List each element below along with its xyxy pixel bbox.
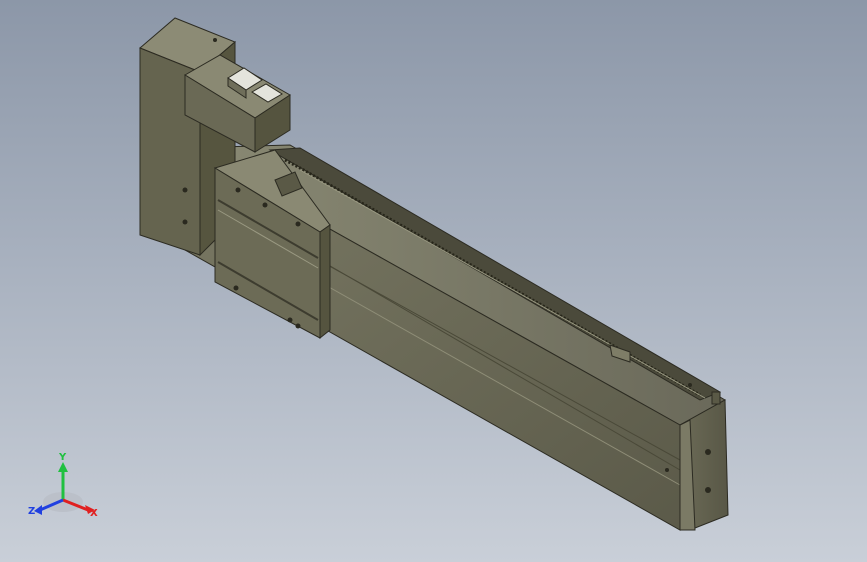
3d-viewport[interactable]: Y X Z: [0, 0, 867, 562]
y-axis-label: Y: [58, 452, 67, 463]
z-axis-label: Z: [28, 506, 35, 517]
mount-hole: [705, 487, 711, 493]
axis-triad: Y X Z: [28, 452, 98, 519]
mount-hole: [705, 449, 711, 455]
cad-model-canvas[interactable]: Y X Z: [0, 0, 867, 562]
x-axis-label: X: [90, 508, 98, 519]
